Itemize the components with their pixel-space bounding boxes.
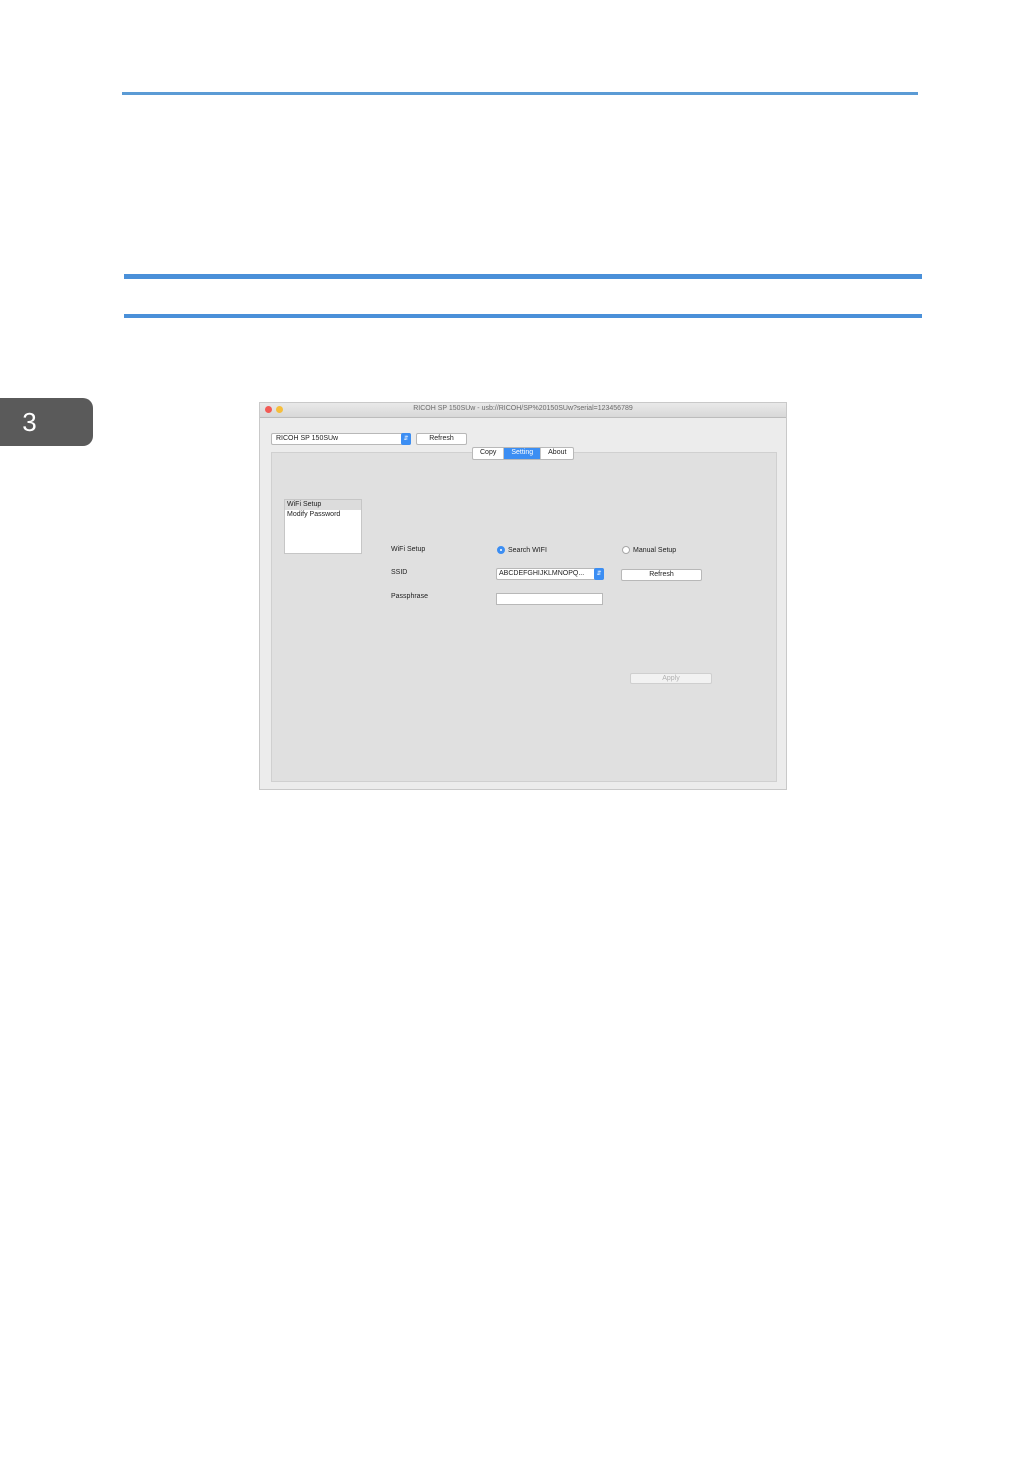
apply-button[interactable]: Apply [630, 673, 712, 684]
chevron-updown-icon: ⇵ [594, 568, 604, 580]
ssid-select[interactable]: ABCDEFGHIJKLMNOPQ... ⇵ [496, 568, 604, 580]
radio-manual-setup[interactable] [622, 546, 630, 554]
chapter-number: 3 [22, 406, 37, 437]
app-window: RICOH SP 150SUw - usb://RICOH/SP%20150SU… [259, 402, 787, 790]
refresh-button[interactable]: Refresh [416, 433, 467, 445]
window-title: RICOH SP 150SUw - usb://RICOH/SP%20150SU… [413, 405, 633, 412]
passphrase-label: Passphrase [391, 593, 428, 600]
tab-setting[interactable]: Setting [504, 448, 542, 459]
section-rule-bottom [124, 314, 922, 318]
title-bar: RICOH SP 150SUw - usb://RICOH/SP%20150SU… [260, 403, 786, 418]
menu-item-modify-password[interactable]: Modify Password [285, 510, 361, 520]
header-rule [122, 92, 918, 95]
passphrase-field[interactable] [496, 593, 603, 605]
settings-menu-list: WiFi Setup Modify Password [284, 499, 362, 554]
tab-bar: Copy Setting About [472, 447, 575, 460]
menu-item-wifi-setup[interactable]: WiFi Setup [285, 500, 361, 510]
chevron-updown-icon: ⇵ [401, 433, 411, 445]
radio-search-wifi[interactable] [497, 546, 505, 554]
device-select-value: RICOH SP 150SUw [276, 435, 339, 442]
tab-about[interactable]: About [541, 448, 573, 459]
device-select[interactable]: RICOH SP 150SUw ⇵ [271, 433, 411, 445]
ssid-refresh-button[interactable]: Refresh [621, 569, 702, 581]
radio-search-wifi-label[interactable]: Search WIFI [508, 547, 547, 554]
wifi-setup-label: WiFi Setup [391, 546, 426, 553]
tab-copy[interactable]: Copy [473, 448, 505, 459]
chapter-tab: 3 [0, 398, 93, 446]
radio-manual-setup-label[interactable]: Manual Setup [633, 547, 676, 554]
ssid-select-value: ABCDEFGHIJKLMNOPQ... [499, 570, 585, 577]
ssid-label: SSID [391, 569, 408, 576]
section-rule-top [124, 274, 922, 279]
